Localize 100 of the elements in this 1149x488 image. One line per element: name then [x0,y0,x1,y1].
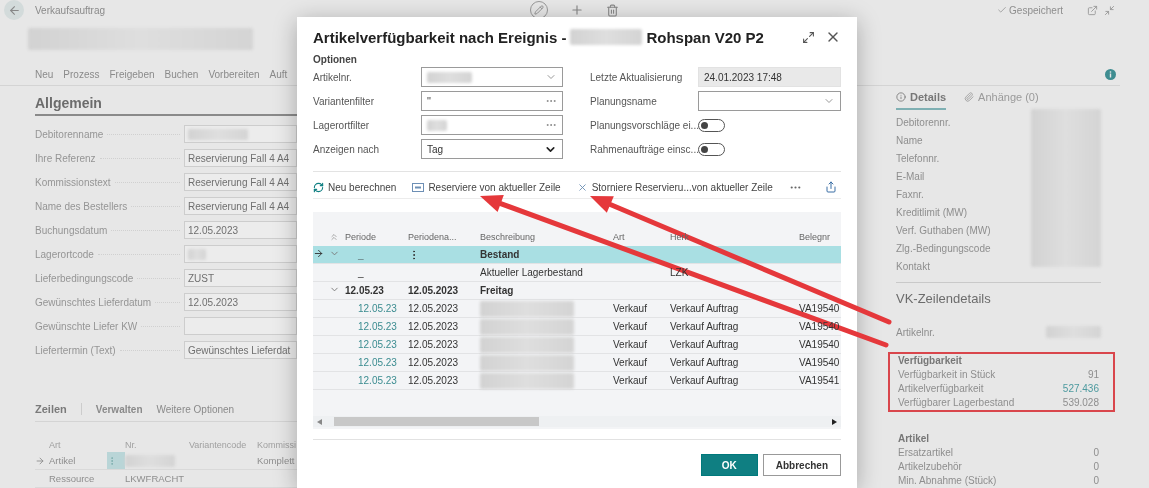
info-icon[interactable] [1105,68,1116,80]
column-header: Kommissi [257,439,297,452]
column-header[interactable]: Periode [345,232,408,242]
check-icon [997,5,1008,15]
arrow-right-icon [313,248,324,259]
toggle-switch[interactable] [698,142,725,156]
dropdown-field[interactable] [421,67,563,87]
menu-action[interactable]: Vorbereiten [208,68,260,80]
field-label: Variantenfilter [313,95,375,107]
section-label: Optionen [313,55,358,65]
table-cell: Artikel [49,455,76,466]
menu-action[interactable]: Neu [35,68,54,80]
blurred-value [125,454,175,467]
close-icon [576,181,588,193]
grid-row[interactable]: 12.05.23 12.05.2023 Verkauf Verkauf Auftrag VA19541 [313,372,841,390]
field-value: 539.028 [1062,396,1099,410]
card-icon [412,182,425,192]
expand-icon[interactable] [802,30,815,44]
plus-icon[interactable] [570,3,584,17]
input-field[interactable]: Reservierung Fall 4 A4 [184,197,297,215]
grid-cell: Verkauf [613,321,647,332]
period-link[interactable]: 12.05.23 [345,303,397,314]
menu-action[interactable]: Auft [269,68,288,80]
toggle-switch[interactable] [698,118,725,132]
grid-cell: VA19540 [799,303,840,314]
grid-cell: Verkauf [613,339,647,350]
sort-icon[interactable] [329,232,339,242]
input-field[interactable] [184,317,297,335]
menu-action[interactable]: Verwalten [95,403,143,415]
period-link[interactable]: 12.05.23 [345,321,397,332]
grid-cell: VA19541 [799,375,840,386]
column-header[interactable]: Periodena... [408,232,480,242]
input-field[interactable]: Reservierung Fall 4 A4 [184,149,297,167]
field-value: 0 [1093,474,1099,488]
field-label: Min. Abnahme (Stück) [898,474,997,488]
menu-action[interactable]: Prozess [63,68,100,80]
triangle-left-icon[interactable] [317,418,322,425]
grid-cell-text: _ [357,249,364,260]
grid-row[interactable]: 12.05.23 12.05.2023 Verkauf Verkauf Auftrag VA19540 [313,336,841,354]
grid-row[interactable]: _ Bestand [313,246,841,264]
input-field[interactable]: 12.05.2023 [184,221,297,239]
input-field[interactable] [184,245,297,263]
input-field[interactable]: Gewünschtes Lieferdat [184,341,297,359]
triangle-right-icon[interactable] [832,418,837,425]
field-label: Buchungsdatum [35,224,108,236]
toolbar-action[interactable]: Storniere Reservieru...von aktueller Zeile [576,181,773,193]
toolbar-action[interactable]: Neu berechnen [313,181,397,193]
input-field[interactable]: 12.05.2023 [184,293,297,311]
grid-cell: VA19540 [799,339,840,350]
input-field[interactable]: Reservierung Fall 4 A4 [184,173,297,191]
ok-button[interactable]: OK [700,454,758,476]
field-label: Name [896,134,924,148]
column-header[interactable]: Art [613,232,670,242]
grid-row[interactable]: 12.05.23 12.05.2023 Verkauf Verkauf Auftrag VA19540 [313,300,841,318]
field-label: Ersatzartikel [898,446,953,460]
field-label: Gewünschte Liefer KW [35,320,138,332]
table-cell: Ressource [49,473,95,484]
grid-cell: Verkauf [613,303,647,314]
field-label: Liefertermin (Text) [35,344,116,356]
trash-icon[interactable] [606,3,619,17]
cancel-button[interactable]: Abbrechen [762,454,841,476]
dropdown-field[interactable]: Tag [421,139,563,159]
grid-cell: Verkauf [613,357,647,368]
period-link[interactable]: 12.05.23 [345,339,397,350]
grid-row[interactable]: 12.05.23 12.05.2023 Verkauf Verkauf Auftrag VA19540 [313,354,841,372]
field-label: Gewünschtes Lieferdatum [35,296,152,308]
horizontal-scrollbar[interactable] [313,416,841,427]
toolbar-action[interactable]: Reserviere von aktueller Zeile [412,181,561,193]
share-icon[interactable] [825,181,837,193]
period-link[interactable]: 12.05.23 [345,357,397,368]
column-header[interactable]: Beschreibung [480,232,613,242]
section-heading: VK-Zeilendetails [896,291,992,307]
item-name: Rohspan V20 P2 [646,28,764,46]
column-header[interactable]: Belegnr [799,232,841,242]
grid-row[interactable]: 12.05.23 12.05.2023 Freitag [313,282,841,300]
value-link[interactable]: 527.436 [1062,382,1099,396]
grid-cell: Verkauf [613,375,647,386]
input-field[interactable] [184,125,297,143]
grid-cell: 12.05.23 [345,285,384,296]
menu-action[interactable]: Weitere Optionen [156,403,235,415]
back-button[interactable] [4,0,24,20]
page-title: Verkaufsauftrag [35,4,106,16]
field-label: Kontakt [896,260,931,274]
dropdown-field[interactable] [698,91,841,111]
tab[interactable]: Details [896,86,947,110]
blurred-value [427,71,472,83]
field-label: Rahmenaufträge einsc... [590,143,698,155]
menu-action[interactable]: Freigeben [109,68,155,80]
arrow-left-icon [7,3,21,17]
tab[interactable]: Anhänge (0) [964,86,1039,110]
input-field[interactable]: '' [421,91,563,111]
open-new-window-icon[interactable] [1087,4,1098,16]
period-link[interactable]: 12.05.23 [345,375,397,386]
field-label: Artikelnr. [896,326,935,338]
menu-action[interactable]: Buchen [164,68,199,80]
collapse-icon[interactable] [1104,4,1115,16]
input-field[interactable]: ZUST [184,269,297,287]
input-field[interactable] [421,115,563,135]
grid-cell: Bestand [480,249,520,260]
group-title: Artikel [898,432,931,446]
